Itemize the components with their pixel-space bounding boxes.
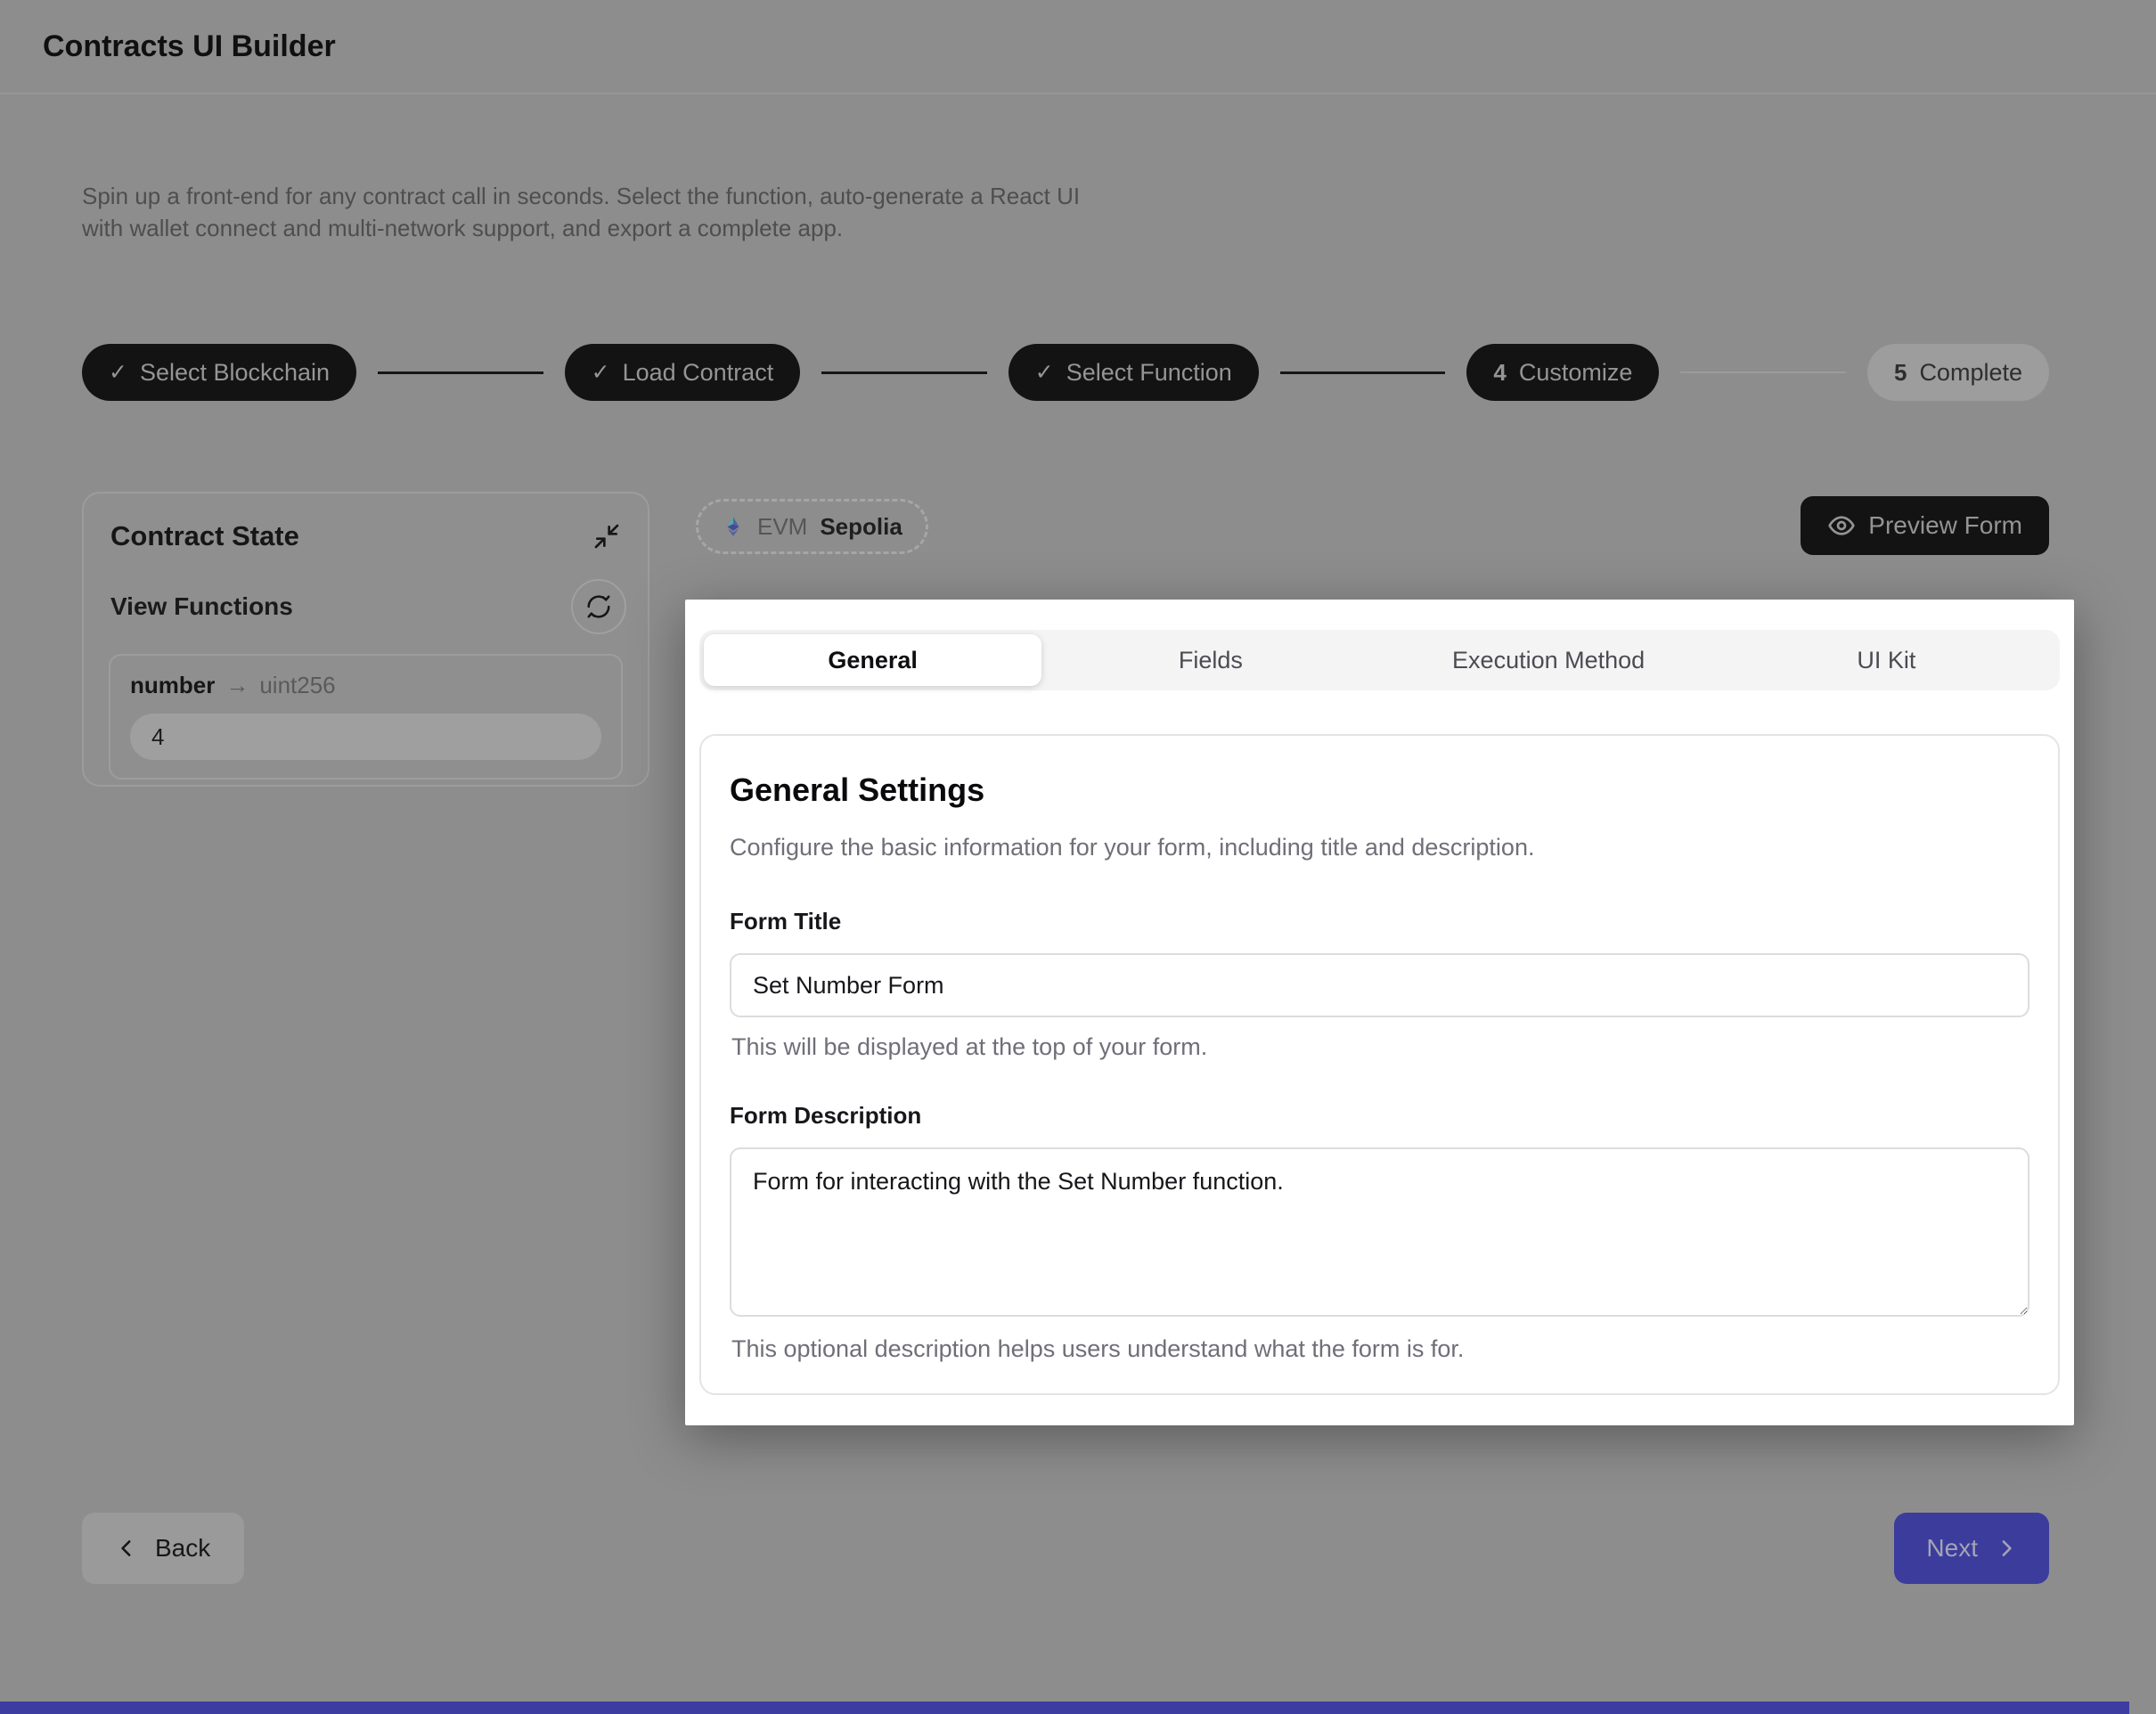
step-label: Select Blockchain xyxy=(140,359,330,387)
app-title: Contracts UI Builder xyxy=(0,0,2156,93)
back-label: Back xyxy=(155,1534,210,1563)
form-description-textarea[interactable]: Form for interacting with the Set Number… xyxy=(730,1147,2029,1317)
tab-fields[interactable]: Fields xyxy=(1041,634,1379,686)
app-header: Contracts UI Builder xyxy=(0,0,2156,94)
check-icon: ✓ xyxy=(592,362,610,384)
customize-panel: General Fields Execution Method UI Kit G… xyxy=(685,600,2074,1425)
preview-form-label: Preview Form xyxy=(1868,511,2022,540)
refresh-button[interactable] xyxy=(571,579,626,634)
network-ecosystem: EVM xyxy=(757,513,807,541)
step-select-function[interactable]: ✓ Select Function xyxy=(1009,344,1259,401)
form-description-helper: This optional description helps users un… xyxy=(731,1335,2029,1363)
contract-state-header: Contract State xyxy=(84,494,648,552)
check-icon: ✓ xyxy=(1035,362,1054,384)
intro-line-1: Spin up a front-end for any contract cal… xyxy=(82,180,1115,212)
step-label: Complete xyxy=(1919,359,2022,387)
function-value: 4 xyxy=(130,714,601,760)
intro-line-2: with wallet connect and multi-network su… xyxy=(82,212,1115,244)
preview-form-button[interactable]: Preview Form xyxy=(1801,496,2049,555)
tab-execution-method[interactable]: Execution Method xyxy=(1380,634,1718,686)
form-title-helper: This will be displayed at the top of you… xyxy=(731,1033,2029,1061)
back-button[interactable]: Back xyxy=(82,1513,244,1584)
eye-icon xyxy=(1827,511,1856,540)
step-select-blockchain[interactable]: ✓ Select Blockchain xyxy=(82,344,356,401)
ethereum-icon xyxy=(722,515,745,538)
wizard-stepper: ✓ Select Blockchain ✓ Load Contract ✓ Se… xyxy=(82,344,2049,401)
next-button[interactable]: Next xyxy=(1894,1513,2049,1584)
collapse-panel-button[interactable] xyxy=(592,522,621,551)
step-label: Customize xyxy=(1519,359,1633,387)
contract-state-title: Contract State xyxy=(110,520,299,552)
function-signature: number → uint256 xyxy=(130,672,601,699)
general-settings-heading: General Settings xyxy=(730,771,2029,809)
chevron-right-icon xyxy=(1994,1537,2017,1560)
step-label: Select Function xyxy=(1066,359,1232,387)
step-customize[interactable]: 4 Customize xyxy=(1466,344,1659,401)
general-settings-card: General Settings Configure the basic inf… xyxy=(699,734,2060,1395)
step-connector xyxy=(821,371,987,374)
minimize-icon xyxy=(592,522,621,551)
next-label: Next xyxy=(1926,1534,1978,1563)
check-icon: ✓ xyxy=(109,362,127,384)
arrow-right-icon: → xyxy=(225,672,249,699)
step-connector xyxy=(378,371,543,374)
form-title-input[interactable] xyxy=(730,953,2029,1017)
tab-general[interactable]: General xyxy=(704,634,1041,686)
function-return-type: uint256 xyxy=(259,672,335,699)
refresh-icon xyxy=(585,593,612,620)
bottom-progress-bar xyxy=(0,1702,2129,1714)
form-title-label: Form Title xyxy=(730,908,2029,935)
view-functions-label: View Functions xyxy=(110,592,293,621)
network-name: Sepolia xyxy=(820,513,902,541)
step-number: 4 xyxy=(1493,359,1506,387)
step-complete[interactable]: 5 Complete xyxy=(1867,344,2049,401)
step-number: 5 xyxy=(1894,359,1907,387)
view-functions-row: View Functions xyxy=(84,579,648,634)
customize-tabs: General Fields Execution Method UI Kit xyxy=(699,630,2060,690)
chevron-left-icon xyxy=(116,1537,139,1560)
step-label: Load Contract xyxy=(623,359,774,387)
contract-state-panel: Contract State View Functions number → xyxy=(82,492,649,787)
function-name: number xyxy=(130,672,215,699)
tab-ui-kit[interactable]: UI Kit xyxy=(1718,634,2055,686)
function-card[interactable]: number → uint256 4 xyxy=(109,654,623,779)
step-connector xyxy=(1280,371,1446,374)
step-load-contract[interactable]: ✓ Load Contract xyxy=(565,344,801,401)
network-badge[interactable]: EVM Sepolia xyxy=(696,499,928,554)
intro-text: Spin up a front-end for any contract cal… xyxy=(82,180,1115,244)
general-settings-description: Configure the basic information for your… xyxy=(730,834,2029,861)
step-connector xyxy=(1680,371,1846,373)
form-description-label: Form Description xyxy=(730,1102,2029,1130)
